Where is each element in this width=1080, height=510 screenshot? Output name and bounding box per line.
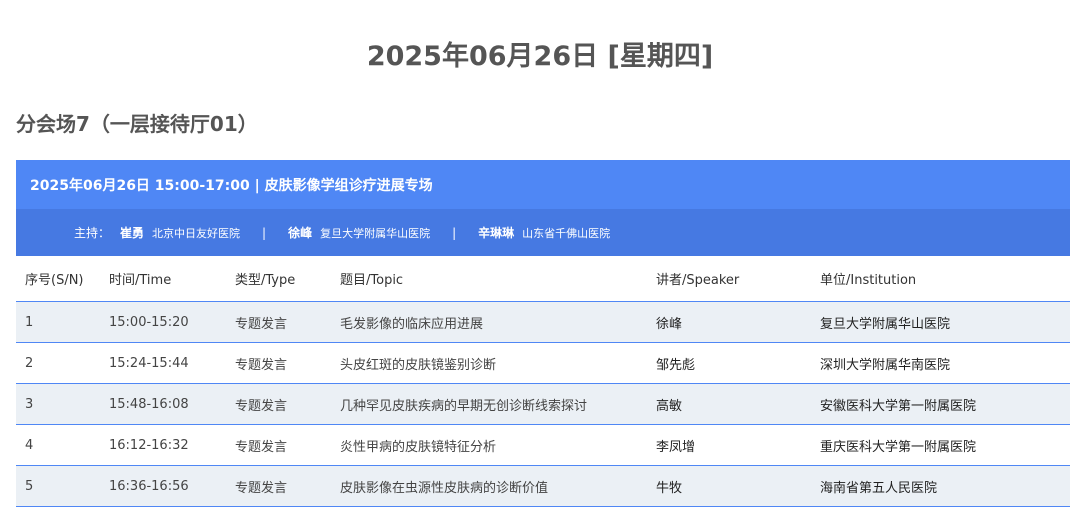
header-type: 类型/Type xyxy=(226,256,331,302)
cell-speaker: 徐峰 xyxy=(647,301,811,343)
cell-time: 15:24-15:44 xyxy=(100,342,226,384)
host-name: 崔勇 xyxy=(120,226,145,240)
cell-sn: 2 xyxy=(16,342,100,384)
cell-type: 专题发言 xyxy=(226,383,331,425)
header-institution: 单位/Institution xyxy=(811,256,1070,302)
table-row: 5 16:36-16:56 专题发言 皮肤影像在虫源性皮肤病的诊断价值 牛牧 海… xyxy=(16,465,1070,507)
cell-sn: 3 xyxy=(16,383,100,425)
host-separator: | xyxy=(452,225,457,240)
header-sn: 序号(S/N) xyxy=(16,256,100,302)
cell-institution: 安徽医科大学第一附属医院 xyxy=(811,383,1070,425)
host-institution: 山东省千佛山医院 xyxy=(522,226,611,240)
cell-speaker: 牛牧 xyxy=(647,465,811,507)
cell-topic: 头皮红斑的皮肤镜鉴别诊断 xyxy=(331,342,647,384)
host-label: 主持： xyxy=(74,226,111,240)
cell-time: 15:48-16:08 xyxy=(100,383,226,425)
cell-speaker: 李凤增 xyxy=(647,424,811,466)
cell-sn: 4 xyxy=(16,424,100,466)
table-row: 4 16:12-16:32 专题发言 炎性甲病的皮肤镜特征分析 李凤增 重庆医科… xyxy=(16,424,1070,466)
cell-sn: 5 xyxy=(16,465,100,507)
cell-time: 15:00-15:20 xyxy=(100,301,226,343)
cell-topic: 皮肤影像在虫源性皮肤病的诊断价值 xyxy=(331,465,647,507)
session-title-bar: 2025年06月26日 15:00-17:00 | 皮肤影像学组诊疗进展专场 xyxy=(16,160,1070,209)
cell-topic: 炎性甲病的皮肤镜特征分析 xyxy=(331,424,647,466)
cell-topic: 几种罕见皮肤疾病的早期无创诊断线索探讨 xyxy=(331,383,647,425)
cell-topic: 毛发影像的临床应用进展 xyxy=(331,301,647,343)
table-row: 3 15:48-16:08 专题发言 几种罕见皮肤疾病的早期无创诊断线索探讨 高… xyxy=(16,383,1070,425)
cell-time: 16:36-16:56 xyxy=(100,465,226,507)
header-speaker: 讲者/Speaker xyxy=(647,256,811,302)
page-date-heading: 2025年06月26日 [星期四] xyxy=(366,41,714,72)
table-row: 2 15:24-15:44 专题发言 头皮红斑的皮肤镜鉴别诊断 邹先彪 深圳大学… xyxy=(16,342,1070,384)
cell-sn: 1 xyxy=(16,301,100,343)
agenda-table: 序号(S/N) 时间/Time 类型/Type 题目/Topic 讲者/Spea… xyxy=(16,256,1070,507)
host-separator: | xyxy=(262,225,267,240)
cell-type: 专题发言 xyxy=(226,342,331,384)
cell-institution: 重庆医科大学第一附属医院 xyxy=(811,424,1070,466)
host-name: 徐峰 xyxy=(288,226,313,240)
table-header-row: 序号(S/N) 时间/Time 类型/Type 题目/Topic 讲者/Spea… xyxy=(16,256,1070,302)
cell-type: 专题发言 xyxy=(226,301,331,343)
host-institution: 复旦大学附属华山医院 xyxy=(320,226,431,240)
cell-type: 专题发言 xyxy=(226,465,331,507)
hosts-bar: 主持： 崔勇 北京中日友好医院 | 徐峰 复旦大学附属华山医院 | 辛琳琳 山东… xyxy=(16,209,1070,256)
session-title: 2025年06月26日 15:00-17:00 | 皮肤影像学组诊疗进展专场 xyxy=(30,177,433,194)
cell-speaker: 高敏 xyxy=(647,383,811,425)
cell-speaker: 邹先彪 xyxy=(647,342,811,384)
host-name: 辛琳琳 xyxy=(478,226,515,240)
table-row: 1 15:00-15:20 专题发言 毛发影像的临床应用进展 徐峰 复旦大学附属… xyxy=(16,301,1070,343)
cell-time: 16:12-16:32 xyxy=(100,424,226,466)
header-time: 时间/Time xyxy=(100,256,226,302)
header-topic: 题目/Topic xyxy=(331,256,647,302)
venue-heading: 分会场7（一层接待厅01） xyxy=(16,112,258,136)
session-block: 2025年06月26日 15:00-17:00 | 皮肤影像学组诊疗进展专场 主… xyxy=(16,160,1070,507)
cell-institution: 海南省第五人民医院 xyxy=(811,465,1070,507)
cell-institution: 复旦大学附属华山医院 xyxy=(811,301,1070,343)
host-institution: 北京中日友好医院 xyxy=(152,226,241,240)
cell-institution: 深圳大学附属华南医院 xyxy=(811,342,1070,384)
cell-type: 专题发言 xyxy=(226,424,331,466)
